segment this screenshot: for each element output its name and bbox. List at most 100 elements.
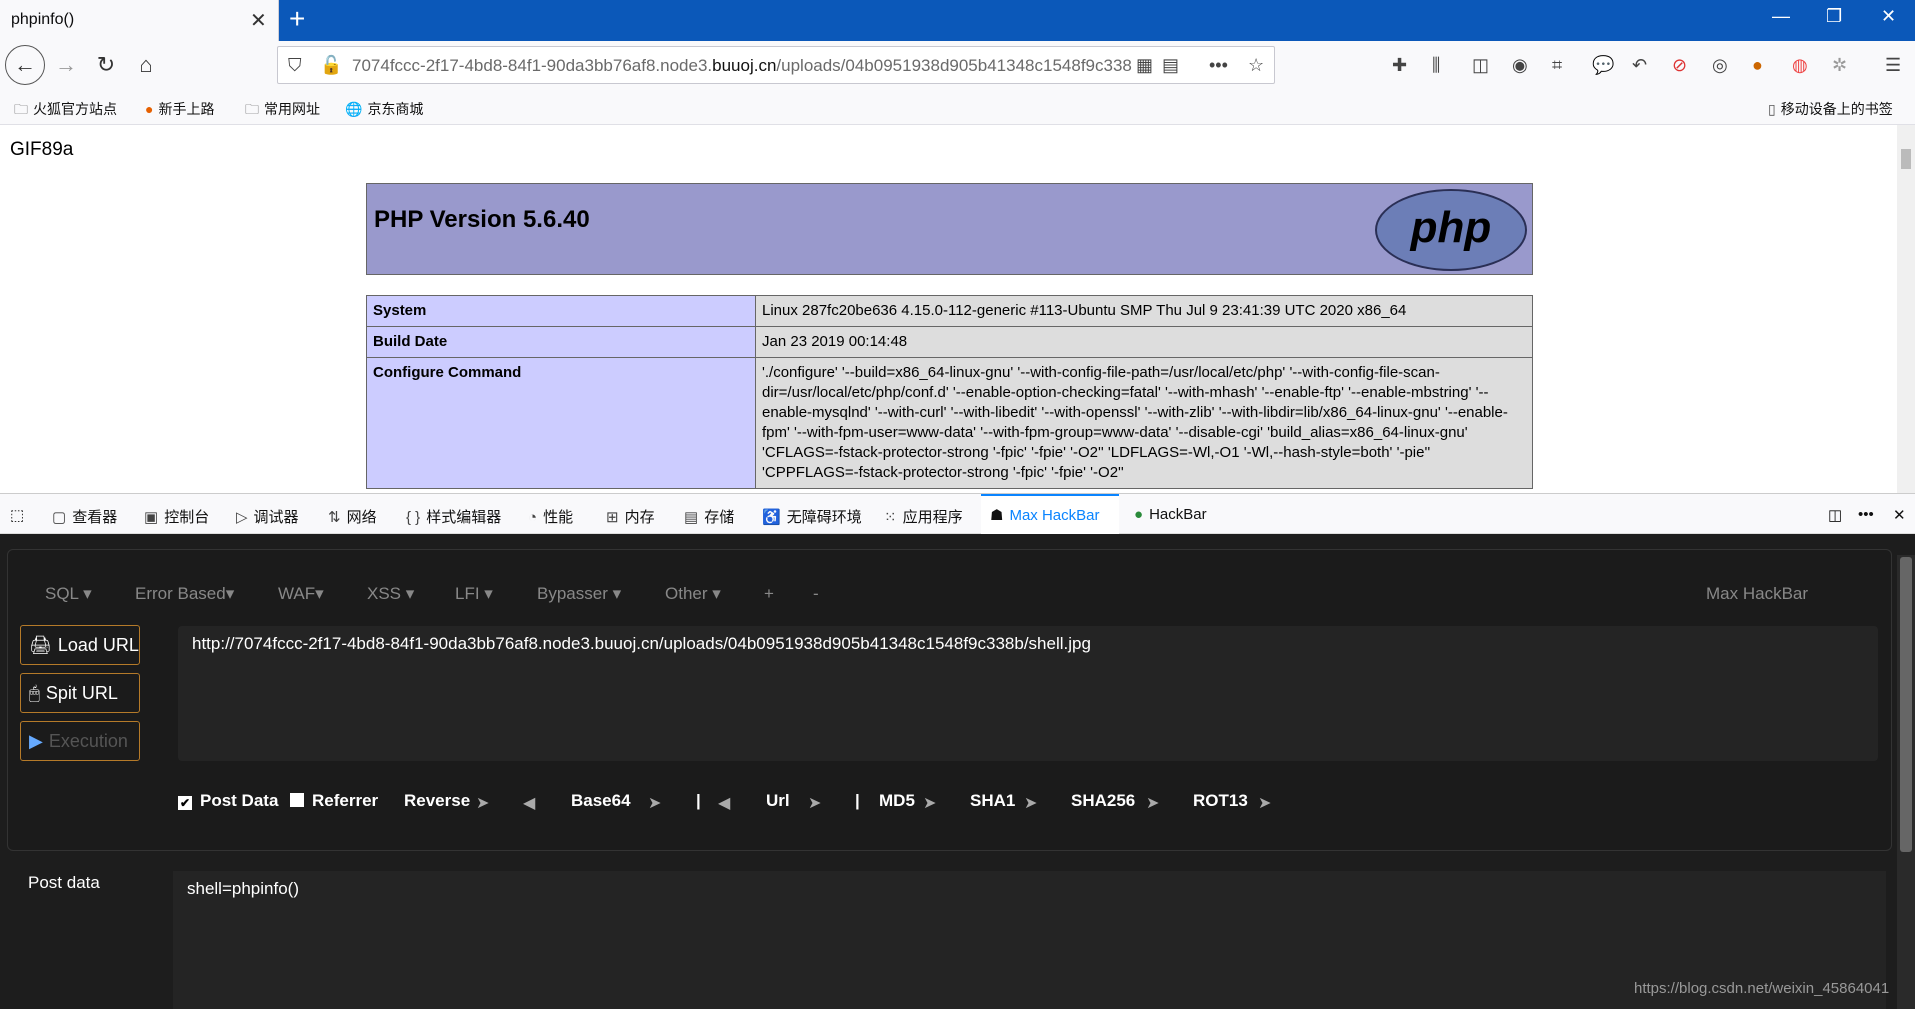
url-input[interactable] (178, 626, 1878, 761)
arrow-right-icon: ➤ (1146, 795, 1160, 812)
bookmark-firefox-site[interactable]: 🗀 火狐官方站点 (14, 99, 117, 123)
menu-xss[interactable]: XSS ▾ (367, 584, 414, 604)
menu-error-based[interactable]: Error Based▾ (135, 584, 234, 604)
screenshot-icon[interactable]: ⌗ (1552, 55, 1562, 76)
account-icon[interactable]: ◉ (1512, 55, 1528, 76)
more-actions-icon[interactable]: ••• (1209, 55, 1228, 76)
element-picker-icon[interactable]: ⬚ (10, 506, 24, 524)
tab-debugger[interactable]: ▷ 调试器 (236, 506, 299, 527)
base64-button[interactable]: Base64 (571, 791, 631, 811)
phone-icon: ▯ (1768, 101, 1776, 117)
tab-storage[interactable]: ▤ 存储 (684, 506, 734, 527)
tab-phpinfo[interactable]: phpinfo() ✕ (0, 0, 279, 41)
menu-waf[interactable]: WAF▾ (278, 584, 324, 604)
shield-icon[interactable]: ⛉ (288, 55, 302, 76)
url-text[interactable]: 7074fccc-2f17-4bd8-84f1-90da3bb76af8.nod… (352, 56, 1132, 76)
menu-plus[interactable]: + (764, 584, 774, 604)
globe-icon: 🌐 (345, 101, 363, 117)
menu-icon[interactable]: ☰ (1885, 55, 1901, 76)
php-logo: php (1375, 189, 1527, 271)
bookmark-getting-started[interactable]: ● 新手上路 (145, 99, 214, 119)
close-tab-icon[interactable]: ✕ (250, 8, 267, 33)
tab-console[interactable]: ▣ 控制台 (144, 506, 209, 527)
reload-button[interactable]: ↻ (88, 47, 124, 83)
chrome-like-icon[interactable]: ◍ (1792, 55, 1808, 76)
bookmark-jd[interactable]: 🌐 京东商城 (345, 99, 423, 119)
referrer-checkbox[interactable]: Referrer (290, 791, 378, 811)
tab-style-editor[interactable]: { } 样式编辑器 (406, 506, 501, 527)
row-key: Configure Command (366, 357, 756, 489)
gear-icon[interactable]: ✲ (1832, 55, 1847, 76)
scroll-thumb[interactable] (1900, 557, 1912, 852)
sha1-button[interactable]: SHA1 (970, 791, 1015, 811)
sidebar-icon[interactable]: ◫ (1472, 55, 1489, 76)
separator: | (855, 791, 860, 810)
hackbar-scrollbar[interactable] (1897, 555, 1915, 1009)
restore-icon[interactable]: ❐ (1826, 6, 1842, 27)
more-icon[interactable]: ••• (1858, 506, 1874, 523)
window-close-icon[interactable]: ✕ (1881, 6, 1896, 27)
reverse-button[interactable]: Reverse (404, 791, 470, 811)
addon-icon[interactable]: ● (1752, 55, 1763, 76)
row-value: Linux 287fc20be636 4.15.0-112-generic #1… (755, 295, 1533, 327)
undo-icon[interactable]: ↶ (1632, 55, 1647, 76)
grid-icon: ⁙ (884, 509, 897, 526)
post-data-label: Post data (28, 873, 100, 892)
post-data-input[interactable] (173, 871, 1886, 1009)
scroll-thumb[interactable] (1901, 149, 1911, 169)
md5-button[interactable]: MD5 (879, 791, 915, 811)
execution-button[interactable]: ▶ Execution (20, 721, 140, 761)
tab-inspector[interactable]: ▢ 查看器 (52, 506, 117, 527)
post-data-checkbox[interactable]: ✔ Post Data (178, 791, 278, 811)
url-encode-button[interactable]: Url (766, 791, 790, 811)
menu-lfi[interactable]: LFI ▾ (455, 584, 493, 604)
back-button[interactable]: ← (5, 45, 45, 85)
new-tab-icon[interactable]: + (289, 3, 305, 35)
tab-network[interactable]: ⇅ 网络 (328, 506, 377, 527)
devtools-close-icon[interactable]: ✕ (1893, 506, 1906, 524)
blocker-icon[interactable]: ⊘ (1672, 55, 1687, 76)
page-scrollbar[interactable] (1897, 125, 1915, 493)
page-content: GIF89a PHP Version 5.6.40 php System Lin… (0, 125, 1897, 493)
forward-button[interactable]: → (48, 47, 84, 83)
library-icon[interactable]: ⫼ (1432, 55, 1440, 76)
tab-memory[interactable]: ⊞ 内存 (606, 506, 655, 527)
home-icon[interactable]: ⌂ (128, 47, 164, 83)
tab-hackbar[interactable]: ● HackBar (1134, 506, 1207, 523)
menu-bypasser[interactable]: Bypasser ▾ (537, 584, 621, 604)
insecure-lock-icon[interactable]: 🔓 (320, 55, 342, 76)
braces-icon: { } (406, 509, 421, 526)
cookie-icon[interactable]: ◎ (1712, 55, 1728, 76)
arrow-right-icon: ➤ (1024, 795, 1038, 812)
extensions-icon[interactable]: ✚ (1392, 55, 1407, 76)
tab-max-hackbar[interactable]: ☗ Max HackBar (990, 506, 1099, 524)
minimize-icon[interactable]: — (1772, 6, 1790, 27)
load-url-button[interactable]: 🖨 Load URL (20, 625, 140, 665)
menu-sql[interactable]: SQL ▾ (45, 584, 92, 604)
sha256-button[interactable]: SHA256 (1071, 791, 1135, 811)
hackbar-brand: Max HackBar (1706, 584, 1809, 603)
arrow-right-icon: ➤ (476, 795, 490, 812)
row-key: Build Date (366, 326, 756, 358)
php-header: PHP Version 5.6.40 php (366, 183, 1533, 275)
php-version: PHP Version 5.6.40 (374, 206, 590, 233)
arrow-left-icon: ◀ (523, 795, 536, 812)
folder-icon: 🗀 (14, 101, 28, 117)
tab-accessibility[interactable]: ♿ 无障碍环境 (762, 506, 862, 527)
hackbar-icon: ● (1134, 506, 1144, 523)
reader-view-icon[interactable]: ▤ (1162, 55, 1179, 76)
tab-application[interactable]: ⁙ 应用程序 (884, 506, 963, 527)
menu-other[interactable]: Other ▾ (665, 584, 721, 604)
separator: | (696, 791, 701, 810)
qr-code-icon[interactable]: ▦ (1136, 55, 1153, 76)
bookmark-star-icon[interactable]: ☆ (1248, 55, 1264, 76)
rot13-button[interactable]: ROT13 (1193, 791, 1248, 811)
menu-minus[interactable]: - (813, 584, 819, 604)
dock-icon[interactable]: ◫ (1828, 506, 1842, 524)
tab-performance[interactable]: ◔ 性能 (528, 506, 573, 527)
split-url-button[interactable]: 🖱 Spit URL (20, 673, 140, 713)
bookmark-common-sites[interactable]: 🗀 常用网址 (245, 99, 320, 123)
mobile-bookmarks[interactable]: ▯ 移动设备上的书签 (1768, 99, 1893, 119)
chat-icon[interactable]: 💬 (1592, 55, 1614, 76)
url-bar[interactable]: ⛉ 🔓 7074fccc-2f17-4bd8-84f1-90da3bb76af8… (277, 46, 1275, 84)
